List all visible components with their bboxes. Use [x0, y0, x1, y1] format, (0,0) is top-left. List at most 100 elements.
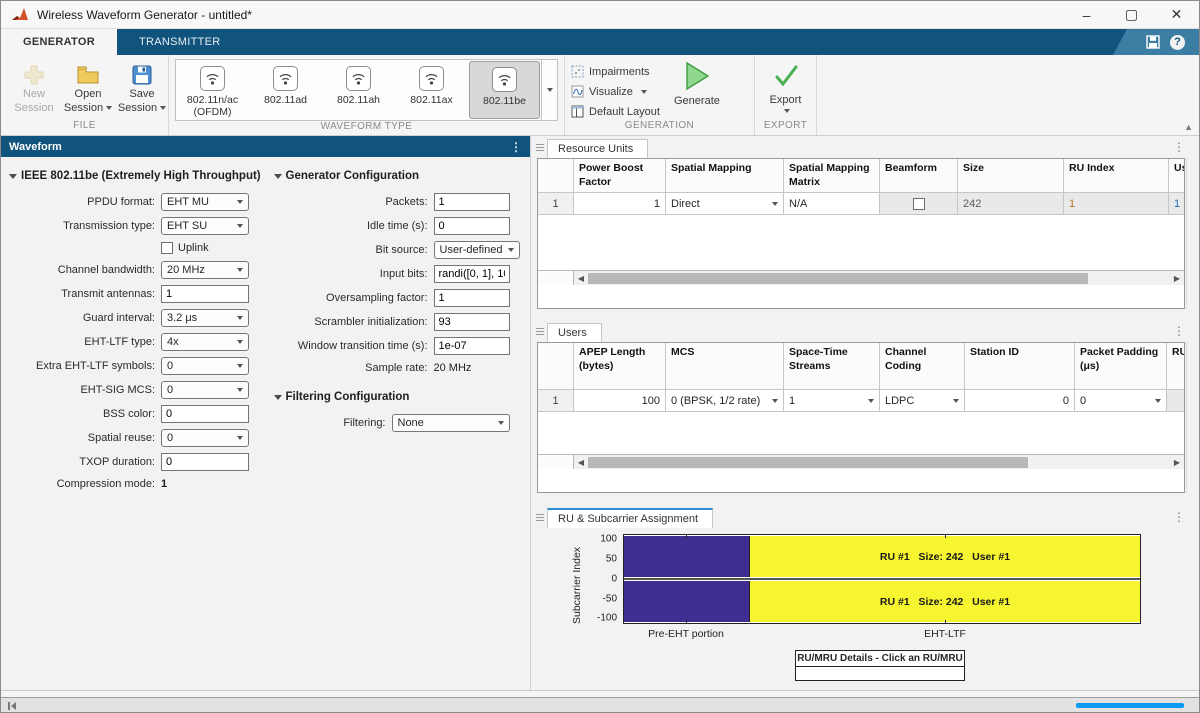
- eht-sig-mcs-select[interactable]: 0: [161, 381, 249, 399]
- y-tick: 50: [605, 553, 617, 565]
- help-icon[interactable]: ?: [1170, 34, 1185, 50]
- field-label: Filtering:: [343, 417, 386, 429]
- input-bits-input[interactable]: [433, 265, 510, 283]
- panel-menu-icon[interactable]: ⋮: [1173, 510, 1185, 524]
- tab-transmitter[interactable]: TRANSMITTER: [117, 29, 243, 55]
- panel-drag-handle[interactable]: [536, 144, 544, 152]
- layout-icon: [571, 105, 584, 118]
- collapse-section-icon: [273, 394, 282, 400]
- extra-eht-ltf-symbols-select[interactable]: 0: [161, 357, 249, 375]
- save-icon[interactable]: [1146, 35, 1160, 49]
- wifi-icon: [346, 66, 371, 91]
- collapse-section-icon: [9, 173, 17, 179]
- packets-input[interactable]: [433, 193, 510, 211]
- ru-mru-details-box[interactable]: RU/MRU Details - Click an RU/MRU: [795, 650, 965, 681]
- scroll-right-icon[interactable]: ▶: [1170, 274, 1184, 283]
- impairments-button[interactable]: Impairments: [571, 63, 660, 80]
- spatial-reuse-select[interactable]: 0: [161, 429, 249, 447]
- packet-padding-select[interactable]: 0: [1075, 390, 1167, 412]
- tab-users[interactable]: Users: [547, 323, 602, 342]
- maximize-button[interactable]: ▢: [1109, 1, 1154, 28]
- scroll-right-icon[interactable]: ▶: [1170, 458, 1184, 467]
- ppdu-format-select[interactable]: EHT MU: [161, 193, 249, 211]
- uplink-checkbox[interactable]: [161, 242, 173, 254]
- chevron-down-icon: [237, 388, 243, 392]
- filtering-select[interactable]: None: [391, 414, 510, 432]
- generate-button[interactable]: Generate: [668, 59, 726, 107]
- field-label: Input bits:: [379, 268, 428, 280]
- panel-menu-icon[interactable]: ⋮: [1173, 324, 1185, 338]
- visualize-button[interactable]: Visualize: [571, 83, 660, 100]
- ieee-section-header[interactable]: IEEE 802.11be (Extremely High Throughput…: [9, 170, 266, 182]
- channel-coding-select[interactable]: LDPC: [880, 390, 965, 412]
- collapse-panel-icon[interactable]: [8, 701, 16, 710]
- filtering-config-header[interactable]: Filtering Configuration: [273, 391, 531, 403]
- spatial-mapping-matrix-cell[interactable]: N/A: [784, 193, 880, 216]
- oversampling-factor-input[interactable]: [433, 289, 510, 307]
- save-session-button[interactable]: Save Session: [115, 59, 169, 116]
- scrollbar-thumb[interactable]: [588, 272, 1088, 284]
- txop-duration-input[interactable]: [161, 453, 249, 471]
- matlab-logo: [12, 7, 28, 20]
- waveform-type-80211be[interactable]: 802.11be: [469, 61, 540, 119]
- idle-time-input[interactable]: [433, 217, 510, 235]
- transmit-antennas-input[interactable]: [161, 285, 249, 303]
- waveform-type-80211ah[interactable]: 802.11ah: [323, 61, 394, 119]
- space-time-streams-select[interactable]: 1: [784, 390, 880, 412]
- panel-drag-handle[interactable]: [536, 514, 544, 522]
- vertical-scrollbar[interactable]: [1186, 158, 1193, 309]
- waveform-panel-menu-icon[interactable]: ⋮: [510, 140, 522, 154]
- spatial-mapping-select[interactable]: Direct: [666, 193, 784, 216]
- ru1-lower-block[interactable]: RU #1 Size: 242 User #1: [750, 581, 1140, 622]
- close-button[interactable]: ✕: [1154, 1, 1199, 28]
- scrambler-initialization-input[interactable]: [433, 313, 510, 331]
- open-session-button[interactable]: Open Session: [61, 59, 115, 116]
- station-id-cell[interactable]: 0: [965, 390, 1075, 412]
- field-label: Idle time (s):: [366, 220, 428, 232]
- column-header: Space-Time Streams: [784, 343, 880, 390]
- window-transition-time-input[interactable]: [433, 337, 510, 355]
- pre-eht-upper-block[interactable]: [624, 536, 750, 577]
- chevron-down-icon: [772, 398, 778, 403]
- vertical-scrollbar[interactable]: [1186, 342, 1193, 493]
- horizontal-scrollbar[interactable]: ◀ ▶: [538, 454, 1184, 469]
- scroll-left-icon[interactable]: ◀: [574, 274, 588, 283]
- scrollbar-thumb[interactable]: [588, 456, 1028, 468]
- scroll-left-icon[interactable]: ◀: [574, 458, 588, 467]
- panel-drag-handle[interactable]: [536, 328, 544, 336]
- horizontal-scrollbar[interactable]: ◀ ▶: [538, 270, 1184, 286]
- tab-ru-subcarrier-assignment[interactable]: RU & Subcarrier Assignment: [547, 508, 713, 528]
- panel-menu-icon[interactable]: ⋮: [1173, 140, 1185, 154]
- chevron-down-icon: [237, 364, 243, 368]
- waveform-type-80211nac[interactable]: 802.11n/ac (OFDM): [177, 61, 248, 119]
- pre-eht-lower-block[interactable]: [624, 581, 750, 622]
- collapse-toolstrip-icon[interactable]: ▲: [1184, 122, 1193, 132]
- beamform-checkbox[interactable]: [912, 197, 925, 210]
- minimize-button[interactable]: –: [1064, 1, 1109, 28]
- export-button[interactable]: Export: [761, 59, 810, 113]
- column-header: Size: [958, 159, 1064, 194]
- bss-color-input[interactable]: [161, 405, 249, 423]
- chevron-down-icon: [953, 398, 959, 403]
- ru1-upper-block[interactable]: RU #1 Size: 242 User #1: [750, 536, 1140, 577]
- apep-length-cell[interactable]: 100: [574, 390, 666, 412]
- channel-bandwidth-select[interactable]: 20 MHz: [161, 261, 249, 279]
- waveform-type-80211ad[interactable]: 802.11ad: [250, 61, 321, 119]
- guard-interval-select[interactable]: 3.2 μs: [161, 309, 249, 327]
- tab-generator[interactable]: GENERATOR: [1, 29, 117, 55]
- eht-ltf-type-select[interactable]: 4x: [161, 333, 249, 351]
- power-boost-factor-cell[interactable]: 1: [574, 193, 666, 216]
- tab-resource-units[interactable]: Resource Units: [547, 139, 649, 158]
- default-layout-button[interactable]: Default Layout: [571, 103, 660, 120]
- new-session-button[interactable]: New Session: [7, 59, 61, 116]
- mcs-select[interactable]: 0 (BPSK, 1/2 rate): [666, 390, 784, 412]
- generator-config-header[interactable]: Generator Configuration: [273, 170, 531, 182]
- waveform-type-80211ax[interactable]: 802.11ax: [396, 61, 467, 119]
- gallery-dropdown-button[interactable]: [542, 59, 558, 121]
- status-bar: [1, 690, 1199, 712]
- app-window: Wireless Waveform Generator - untitled* …: [0, 0, 1200, 713]
- zero-subcarrier-gap: [624, 578, 1140, 580]
- generator-config-column: Generator Configuration Packets: Idle ti…: [266, 157, 531, 690]
- transmission-type-select[interactable]: EHT SU: [161, 217, 249, 235]
- bit-source-select[interactable]: User-defined: [433, 241, 520, 259]
